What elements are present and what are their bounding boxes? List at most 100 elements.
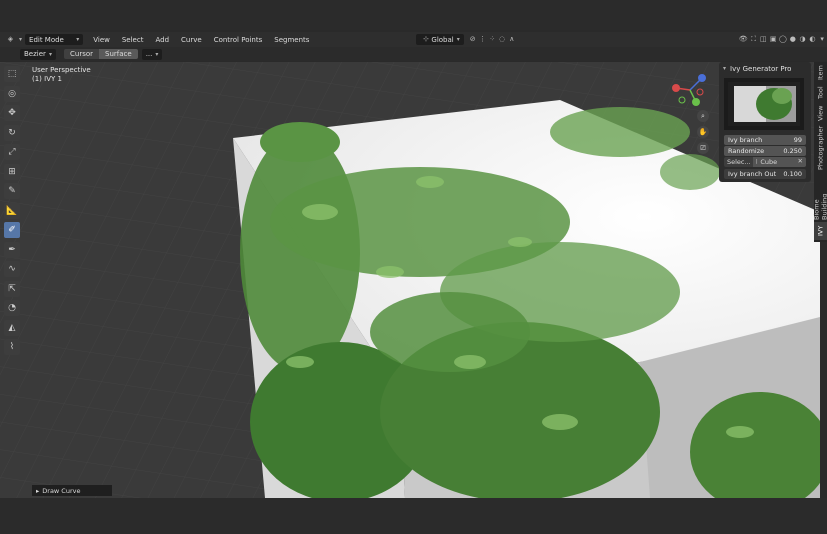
- randomize-value: 0.250: [783, 147, 802, 155]
- top-letterbox: [0, 0, 827, 30]
- view3d-icon: ◈: [7, 35, 14, 43]
- rendered-shading-icon[interactable]: ◐: [808, 35, 816, 44]
- randomize-field[interactable]: Randomize 0.250: [724, 146, 806, 156]
- wireframe-shading-icon[interactable]: ◯: [779, 35, 787, 44]
- chevron-down-icon: ▾: [19, 36, 23, 43]
- menu-control-points[interactable]: Control Points: [211, 34, 266, 45]
- curve-type-dropdown[interactable]: Bezier ▾: [20, 48, 56, 60]
- last-operator-panel[interactable]: ▸ Draw Curve: [32, 485, 112, 496]
- mode-label: Edit Mode: [29, 35, 64, 44]
- extrude-tool[interactable]: ⇱: [4, 280, 20, 297]
- gizmo-x-icon[interactable]: [672, 84, 680, 92]
- tab-view[interactable]: View: [814, 104, 827, 122]
- target-object-row: Selec... ⦚ Cube ✕: [724, 157, 806, 167]
- orientation-dropdown[interactable]: ⊹ Global ▾: [416, 34, 464, 45]
- more-options-dropdown[interactable]: ... ▾: [141, 48, 163, 60]
- falloff-icon[interactable]: ∧: [508, 35, 516, 44]
- overlay-icon[interactable]: ◫: [759, 35, 767, 44]
- pen-tool[interactable]: ✒: [4, 241, 20, 258]
- camera-icon[interactable]: ⎚: [697, 142, 709, 154]
- tool-settings-bar: Bezier ▾ Cursor Surface ... ▾: [0, 47, 827, 61]
- material-shading-icon[interactable]: ◑: [799, 35, 807, 44]
- measure-tool[interactable]: 📐: [4, 202, 20, 219]
- ivy-branch-out-label: Ivy branch Out: [728, 170, 777, 178]
- clear-icon[interactable]: ✕: [798, 157, 803, 165]
- select-label: Selec...: [724, 157, 753, 167]
- menu-segments[interactable]: Segments: [271, 34, 312, 45]
- ivy-branch-out-value: 0.100: [783, 170, 802, 178]
- gizmo-z-icon[interactable]: [698, 74, 706, 82]
- mode-dropdown[interactable]: Edit Mode ▾: [25, 34, 84, 45]
- chevron-down-icon: ▾: [48, 50, 52, 58]
- snap-target-icon[interactable]: ⁘: [488, 35, 496, 44]
- tab-item[interactable]: Item: [814, 64, 827, 82]
- chevron-down-icon: ▾: [723, 65, 727, 72]
- rotate-tool[interactable]: ↻: [4, 124, 20, 141]
- select-box-tool[interactable]: ⬚: [4, 66, 20, 82]
- gizmo-icon[interactable]: ⛶: [750, 35, 758, 44]
- chevron-right-icon: ▸: [36, 486, 40, 495]
- annotate-tool[interactable]: ✎: [4, 183, 20, 199]
- randomize-label: Randomize: [728, 147, 765, 155]
- perspective-label: User Perspective: [32, 66, 91, 74]
- curve-type-label: Bezier: [24, 50, 46, 58]
- shading-options-icon[interactable]: ▾: [818, 35, 826, 44]
- chevron-down-icon: ▾: [76, 36, 80, 43]
- depth-surface-label: Surface: [105, 50, 132, 58]
- curve-tool[interactable]: ∿: [4, 261, 20, 277]
- move-tool[interactable]: ✥: [4, 105, 20, 121]
- ivy-branch-value: 99: [793, 136, 802, 144]
- tilt-tool[interactable]: ◭: [4, 319, 20, 336]
- target-object-field[interactable]: ⦚ Cube ✕: [753, 157, 806, 167]
- randomize-tool[interactable]: ⌇: [4, 339, 20, 355]
- object-icon: ⦚: [756, 157, 758, 166]
- ivy-generator-panel: ▾ Ivy Generator Pro Ivy branch 99 Random…: [719, 62, 811, 182]
- scale-tool[interactable]: ⤢: [4, 144, 20, 160]
- tab-ivy[interactable]: IVY: [814, 222, 827, 240]
- panel-header[interactable]: ▾ Ivy Generator Pro: [719, 62, 811, 75]
- axes-icon: ⊹: [422, 35, 429, 43]
- ivy-preview-thumbnail[interactable]: [724, 78, 804, 130]
- gizmo-neg-y-icon[interactable]: [678, 96, 686, 104]
- xray-icon[interactable]: ▣: [769, 35, 777, 44]
- pan-icon[interactable]: ✋: [697, 126, 709, 138]
- depth-surface-button[interactable]: Surface: [99, 49, 138, 59]
- tab-biome-building[interactable]: Biome Building: [813, 174, 827, 220]
- bottom-letterbox: [0, 498, 827, 534]
- solid-shading-icon[interactable]: ●: [789, 35, 797, 44]
- proportional-edit-icon[interactable]: ◌: [498, 35, 506, 44]
- ivy-branch-field[interactable]: Ivy branch 99: [724, 135, 806, 145]
- chevron-down-icon: ▾: [456, 36, 460, 43]
- menu-add[interactable]: Add: [152, 34, 172, 45]
- cursor-tool[interactable]: ◎: [4, 85, 20, 102]
- tool-shelf: ⬚ ◎ ✥ ↻ ⤢ ⊞ ✎ 📐 ✐ ✒ ∿ ⇱ ◔ ◭ ⌇: [4, 66, 22, 359]
- zoom-icon[interactable]: ⌕: [697, 110, 709, 122]
- viewport-scene: [0, 62, 820, 498]
- menu-select[interactable]: Select: [119, 34, 147, 45]
- gizmo-y-icon[interactable]: [692, 98, 700, 106]
- snap-icon[interactable]: ⋮: [479, 35, 487, 44]
- radius-tool[interactable]: ◔: [4, 300, 20, 316]
- menu-curve[interactable]: Curve: [178, 34, 205, 45]
- panel-title: Ivy Generator Pro: [730, 64, 792, 73]
- tab-photographer[interactable]: Photographer: [814, 124, 827, 172]
- visibility-icon[interactable]: 👁: [739, 35, 748, 44]
- ivy-branch-label: Ivy branch: [728, 136, 763, 144]
- target-object-value: Cube: [760, 158, 778, 166]
- tab-tool[interactable]: Tool: [814, 84, 827, 102]
- ivy-branch-out-field[interactable]: Ivy branch Out 0.100: [724, 169, 806, 179]
- depth-cursor-button[interactable]: Cursor: [64, 49, 100, 59]
- chevron-down-icon: ▾: [155, 50, 159, 58]
- more-label: ...: [145, 50, 153, 58]
- pivot-icon[interactable]: ⊘: [469, 35, 477, 44]
- transform-tool[interactable]: ⊞: [4, 163, 20, 180]
- viewport-header: ◈ ▾ Edit Mode ▾ View Select Add Curve Con…: [0, 32, 827, 47]
- menu-view[interactable]: View: [90, 34, 113, 45]
- draw-tool[interactable]: ✐: [4, 222, 20, 238]
- editor-type-button[interactable]: ◈ ▾: [2, 34, 25, 45]
- gizmo-neg-x-icon[interactable]: [696, 88, 704, 96]
- orientation-label: Global: [431, 35, 454, 44]
- navigation-gizmo[interactable]: [666, 66, 714, 114]
- active-object-label: (1) IVY 1: [32, 75, 62, 83]
- 3d-viewport[interactable]: User Perspective (1) IVY 1: [0, 62, 820, 498]
